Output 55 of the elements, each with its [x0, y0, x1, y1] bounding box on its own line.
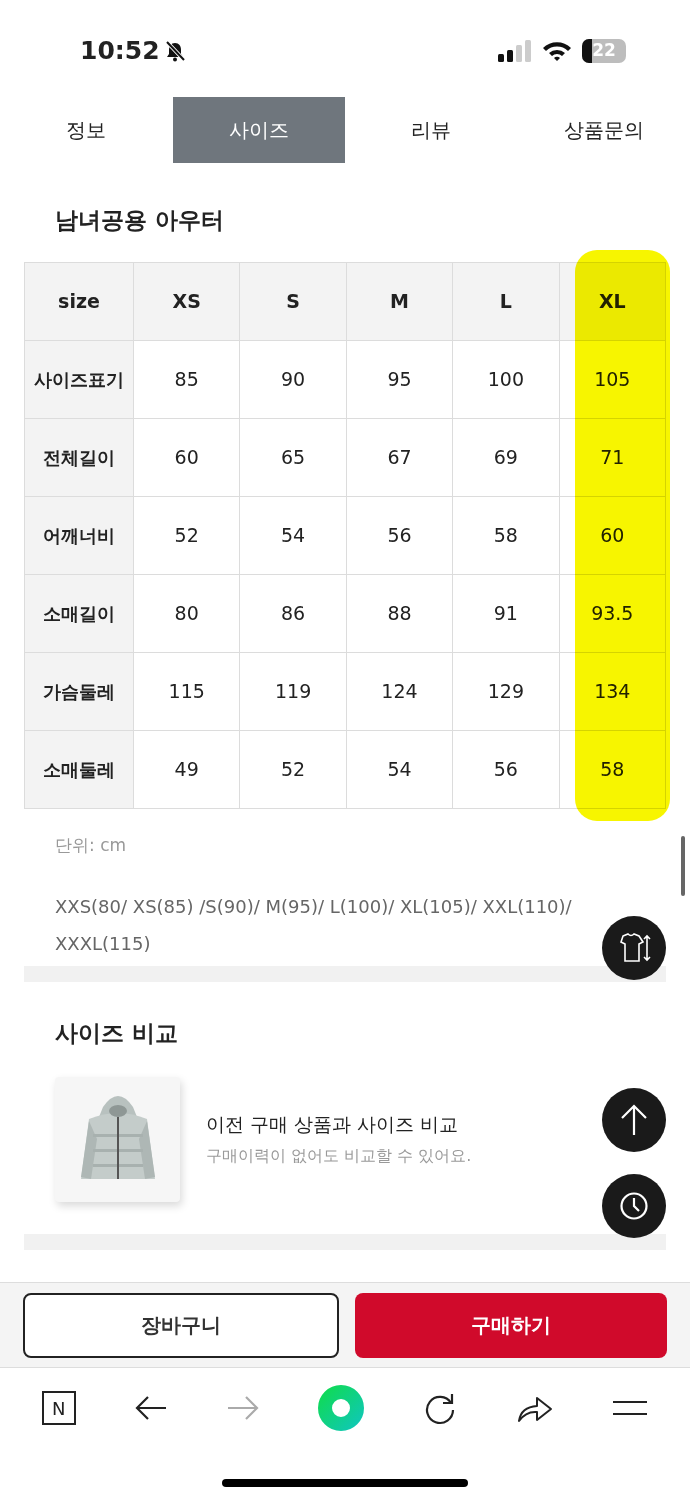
- table-cell: 56: [452, 730, 560, 808]
- table-cell: 119: [239, 652, 347, 730]
- table-cell: 52: [133, 496, 240, 574]
- battery-indicator: 22: [582, 38, 626, 63]
- table-cell: 124: [346, 652, 453, 730]
- clock-icon: [619, 1191, 649, 1221]
- table-cell: 90: [239, 340, 347, 418]
- cart-button[interactable]: 장바구니: [23, 1292, 339, 1358]
- table-cell: 85: [133, 340, 240, 418]
- section-title: 사이즈 비교: [55, 1020, 178, 1046]
- wifi-icon: [542, 39, 572, 62]
- row-header-cell: 어깨너비: [24, 496, 134, 574]
- row-header-cell: 가슴둘레: [24, 652, 134, 730]
- header-cell: S: [239, 262, 347, 340]
- table-cell: 88: [346, 574, 453, 652]
- section-title: 남녀공용 아우터: [55, 207, 224, 233]
- table-cell: 65: [239, 418, 347, 496]
- signal-icon: [498, 39, 532, 62]
- status-time: 10:52: [80, 34, 160, 67]
- menu-icon[interactable]: [612, 1399, 649, 1417]
- tab[interactable]: 사이즈: [172, 97, 345, 163]
- unit-note: 단위: cm: [55, 834, 127, 855]
- header-cell: L: [452, 262, 560, 340]
- product-thumbnail[interactable]: [55, 1076, 180, 1202]
- browser-home-logo[interactable]: N: [41, 1391, 76, 1425]
- table-cell: 69: [452, 418, 560, 496]
- scrollbar: [681, 836, 685, 896]
- card-title: 이전 구매 상품과 사이즈 비교: [206, 1111, 460, 1137]
- table-cell: 49: [133, 730, 240, 808]
- table-cell: 54: [239, 496, 347, 574]
- table-cell: 100: [452, 340, 560, 418]
- card-subtitle: 구매이력이 없어도 비교할 수 있어요.: [206, 1145, 472, 1168]
- table-cell: 56: [346, 496, 453, 574]
- table-cell: 60: [133, 418, 240, 496]
- arrow-up-icon: [619, 1104, 649, 1136]
- table-cell: 86: [239, 574, 347, 652]
- row-header-cell: 소매길이: [24, 574, 134, 652]
- table-cell: 67: [346, 418, 453, 496]
- table-cell: 58: [452, 496, 560, 574]
- table-cell: 80: [133, 574, 240, 652]
- table-cell: 129: [452, 652, 560, 730]
- table-cell: 95: [346, 340, 453, 418]
- table-cell: 115: [133, 652, 240, 730]
- row-header-cell: 전체길이: [24, 418, 134, 496]
- header-cell: M: [346, 262, 453, 340]
- size-note: XXS(80/ XS(85) /S(90)/ M(95)/ L(100)/ XL(105)/ XXL(110)/ XXXL(115): [55, 895, 573, 956]
- table-cell: 91: [452, 574, 560, 652]
- buy-button[interactable]: 구매하기: [355, 1292, 667, 1358]
- table-cell: 54: [346, 730, 453, 808]
- row-header-cell: 사이즈표기: [24, 340, 134, 418]
- back-icon[interactable]: [135, 1395, 168, 1421]
- table-cell: 52: [239, 730, 347, 808]
- row-header-cell: 소매둘레: [24, 730, 134, 808]
- header-cell: XS: [133, 262, 240, 340]
- header-cell: size: [24, 262, 134, 340]
